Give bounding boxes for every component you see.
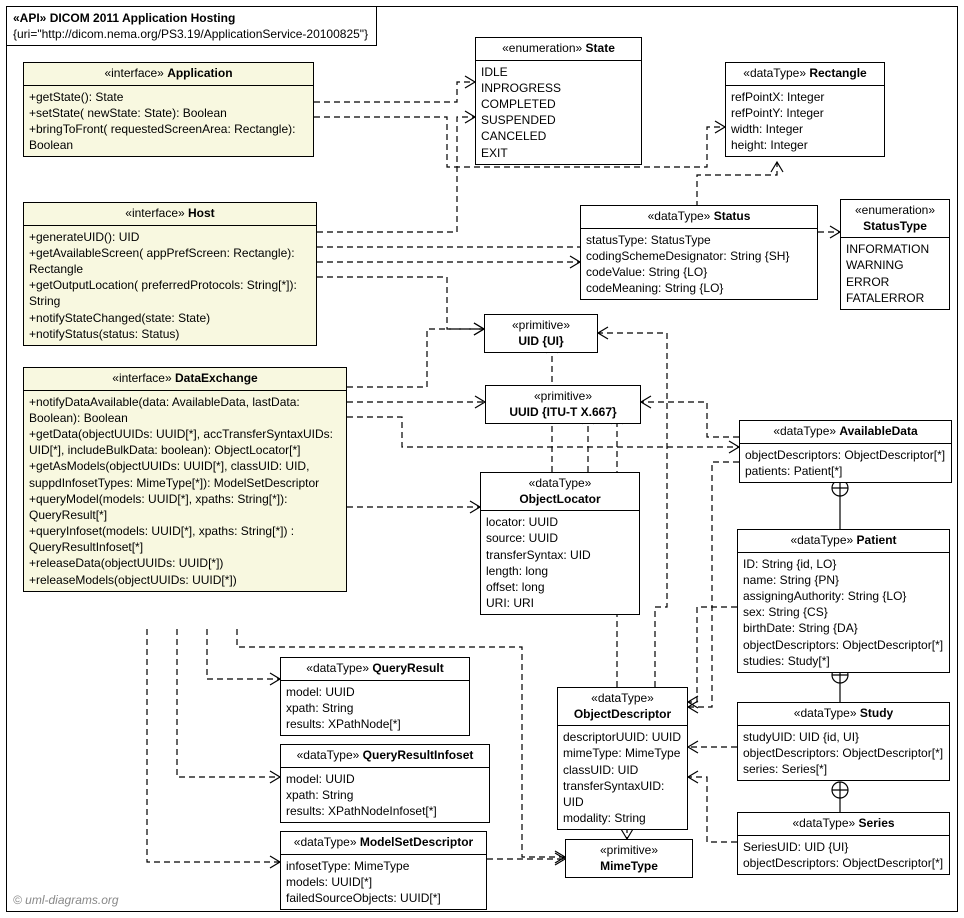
name: Application (167, 66, 232, 80)
stereo: «primitive» (534, 389, 592, 403)
name: MimeType (600, 859, 658, 873)
name: Host (188, 206, 215, 220)
name: DataExchange (175, 371, 258, 385)
members: +notifyDataAvailable(data: AvailableData… (24, 391, 346, 591)
members: statusType: StatusType codingSchemeDesig… (581, 229, 817, 300)
members: objectDescriptors: ObjectDescriptor[*] p… (740, 444, 951, 482)
members: refPointX: Integer refPointY: Integer wi… (726, 86, 884, 157)
class-study: «dataType» Study studyUID: UID {id, UI} … (737, 702, 950, 781)
members: SeriesUID: UID {UI} objectDescriptors: O… (738, 836, 949, 874)
class-modelsetdescriptor: «dataType» ModelSetDescriptor infosetTyp… (280, 831, 487, 910)
members: studyUID: UID {id, UI} objectDescriptors… (738, 726, 949, 781)
stereo: «interface» (112, 371, 171, 385)
members: IDLE INPROGRESS COMPLETED SUSPENDED CANC… (476, 61, 641, 164)
name: QueryResultInfoset (363, 748, 474, 762)
class-uid: «primitive» UID {UI} (484, 314, 598, 353)
members: model: UUID xpath: String results: XPath… (281, 681, 469, 736)
class-series: «dataType» Series SeriesUID: UID {UI} ob… (737, 812, 950, 875)
name: Series (859, 816, 895, 830)
members: +generateUID(): UID +getAvailableScreen(… (24, 226, 316, 345)
class-objectlocator: «dataType» ObjectLocator locator: UUID so… (480, 472, 640, 615)
class-queryresultinfoset: «dataType» QueryResultInfoset model: UUI… (280, 744, 490, 823)
name: Study (860, 706, 893, 720)
name: ModelSetDescriptor (360, 835, 473, 849)
name: QueryResult (372, 661, 443, 675)
class-rectangle: «dataType» Rectangle refPointX: Integer … (725, 62, 885, 157)
members: infosetType: MimeType models: UUID[*] fa… (281, 855, 486, 910)
class-application: «interface» Application +getState(): Sta… (23, 62, 314, 157)
members: descriptorUUID: UUID mimeType: MimeType … (558, 726, 687, 829)
copyright: © uml-diagrams.org (13, 893, 119, 907)
stereo: «interface» (125, 206, 184, 220)
name: Patient (857, 533, 897, 547)
stereo: «dataType» (294, 835, 357, 849)
name: AvailableData (839, 424, 917, 438)
frame-label: «API» DICOM 2011 Application Hosting {ur… (7, 7, 377, 46)
members: locator: UUID source: UUID transferSynta… (481, 511, 639, 614)
name: Rectangle (809, 66, 866, 80)
name: Status (714, 209, 751, 223)
stereo: «dataType» (591, 691, 654, 705)
stereo: «dataType» (297, 748, 360, 762)
stereo: «dataType» (790, 533, 853, 547)
name: State (586, 41, 615, 55)
members: INFORMATION WARNING ERROR FATALERROR (841, 238, 949, 309)
name: UUID {ITU-T X.667} (509, 405, 616, 419)
frame-title: DICOM 2011 Application Hosting (50, 11, 236, 25)
stereo: «dataType» (529, 476, 592, 490)
class-state: «enumeration» State IDLE INPROGRESS COMP… (475, 37, 642, 165)
stereo: «dataType» (648, 209, 711, 223)
frame-uri: {uri="http://dicom.nema.org/PS3.19/Appli… (13, 27, 368, 41)
class-host: «interface» Host +generateUID(): UID +ge… (23, 202, 317, 346)
name: ObjectLocator (519, 492, 600, 506)
stereo: «dataType» (794, 706, 857, 720)
class-objectdescriptor: «dataType» ObjectDescriptor descriptorUUI… (557, 687, 688, 830)
members: model: UUID xpath: String results: XPath… (281, 768, 489, 823)
members: ID: String {id, LO} name: String {PN} as… (738, 553, 949, 672)
name: StatusType (863, 219, 927, 233)
class-uuid: «primitive» UUID {ITU-T X.667} (485, 385, 641, 424)
stereo: «primitive» (512, 318, 570, 332)
class-dataexchange: «interface» DataExchange +notifyDataAvai… (23, 367, 347, 592)
class-availabledata: «dataType» AvailableData objectDescripto… (739, 420, 952, 483)
package-frame: «API» DICOM 2011 Application Hosting {ur… (6, 6, 958, 912)
stereo: «interface» (104, 66, 163, 80)
class-mimetype: «primitive» MimeType (565, 839, 693, 878)
members: +getState(): State +setState( newState: … (24, 86, 313, 157)
stereo: «dataType» (792, 816, 855, 830)
stereo: «enumeration» (502, 41, 582, 55)
name: UID {UI} (518, 334, 563, 348)
class-queryresult: «dataType» QueryResult model: UUID xpath… (280, 657, 470, 736)
class-status: «dataType» Status statusType: StatusType… (580, 205, 818, 300)
stereo: «dataType» (743, 66, 806, 80)
class-patient: «dataType» Patient ID: String {id, LO} n… (737, 529, 950, 673)
stereo: «dataType» (773, 424, 836, 438)
stereo: «dataType» (306, 661, 369, 675)
class-statustype: «enumeration» StatusType INFORMATION WARN… (840, 199, 950, 310)
frame-stereo: «API» (13, 11, 46, 25)
stereo: «primitive» (600, 843, 658, 857)
stereo: «enumeration» (855, 203, 935, 217)
name: ObjectDescriptor (574, 707, 671, 721)
